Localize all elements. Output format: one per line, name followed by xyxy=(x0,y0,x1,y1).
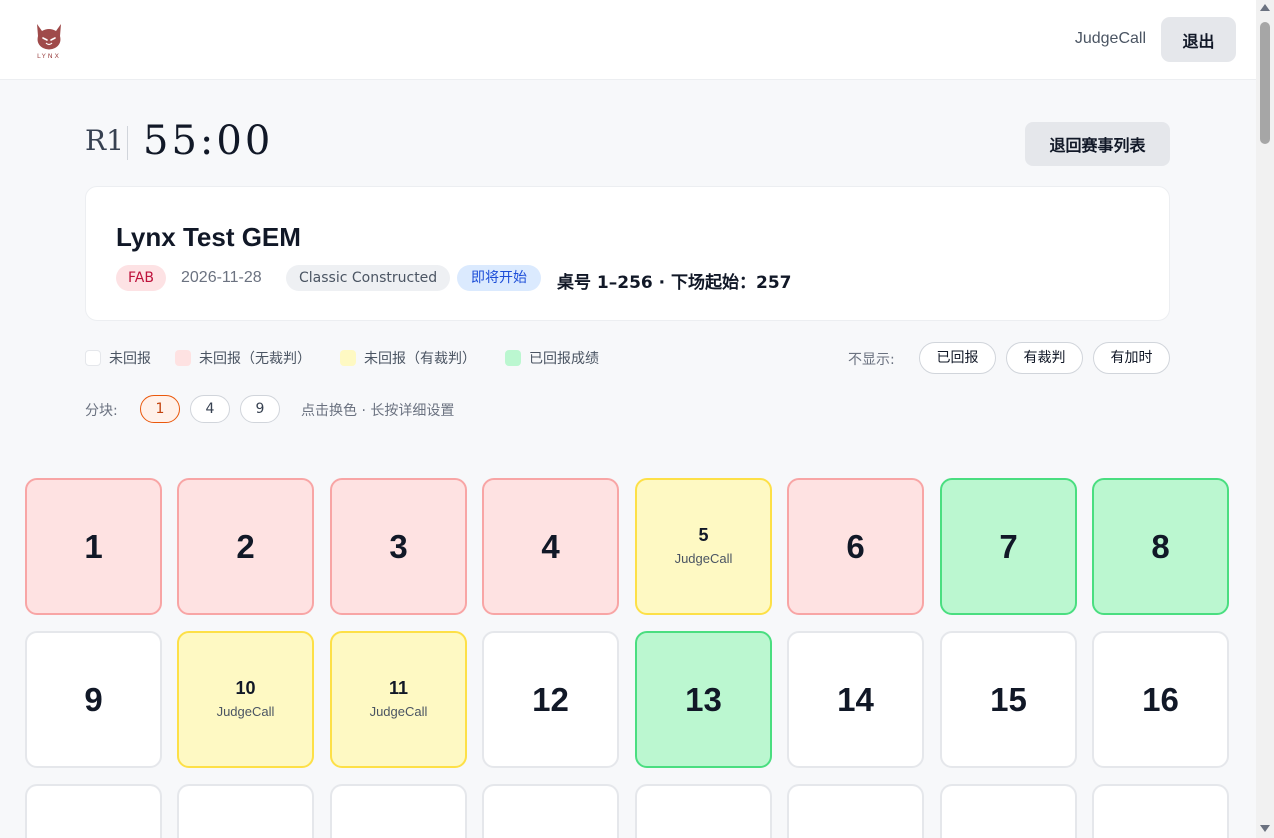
table-tile-2[interactable]: 2 xyxy=(177,478,314,615)
split-option-4[interactable]: 4 xyxy=(190,395,230,423)
event-title: Lynx Test GEM xyxy=(116,222,301,252)
table-tile-16[interactable]: 16 xyxy=(1092,631,1229,768)
game-tag: FAB xyxy=(116,265,166,291)
table-number: 8 xyxy=(1151,528,1170,565)
legend-label: 未回报（有裁判） xyxy=(364,351,476,367)
legend-swatch xyxy=(175,350,191,366)
scroll-down-arrow-icon[interactable] xyxy=(1260,825,1270,832)
table-tile-partial[interactable] xyxy=(177,784,314,838)
table-number: 4 xyxy=(541,528,560,565)
split-hint: 点击换色 · 长按详细设置 xyxy=(301,403,455,419)
table-number: 1 xyxy=(84,528,103,565)
table-tile-partial[interactable] xyxy=(635,784,772,838)
table-tile-partial[interactable] xyxy=(940,784,1077,838)
round-label: R1 xyxy=(85,124,124,157)
table-tile-3[interactable]: 3 xyxy=(330,478,467,615)
legend-swatch xyxy=(505,350,521,366)
table-number: 3 xyxy=(389,528,408,565)
table-number: 13 xyxy=(685,681,722,718)
table-tile-partial[interactable] xyxy=(1092,784,1229,838)
split-option-1[interactable]: 1 xyxy=(140,395,180,423)
table-tile-7[interactable]: 7 xyxy=(940,478,1077,615)
legend-swatch xyxy=(85,350,101,366)
split-option-9[interactable]: 9 xyxy=(240,395,280,423)
table-tile-10[interactable]: 10 JudgeCall xyxy=(177,631,314,768)
legend-label: 已回报成绩 xyxy=(529,351,599,367)
table-tile-9[interactable]: 9 xyxy=(25,631,162,768)
legend-label: 未回报（无裁判） xyxy=(199,351,311,367)
table-range: 桌号 1–256 · 下场起始：257 xyxy=(557,273,792,293)
table-number: 7 xyxy=(999,528,1018,565)
table-number: 12 xyxy=(532,681,569,718)
legend-label: 未回报 xyxy=(109,351,151,367)
table-number: 16 xyxy=(1142,681,1179,718)
table-number: 10 xyxy=(235,678,256,698)
table-judge-label: JudgeCall xyxy=(369,704,428,719)
table-tile-6[interactable]: 6 xyxy=(787,478,924,615)
table-tile-15[interactable]: 15 xyxy=(940,631,1077,768)
round-divider xyxy=(127,126,128,160)
back-to-events-button[interactable]: 退回赛事列表 xyxy=(1025,122,1170,166)
table-tile-8[interactable]: 8 xyxy=(1092,478,1229,615)
event-card: Lynx Test GEM FAB 2026-11-28 Classic Con… xyxy=(85,186,1170,321)
table-tile-14[interactable]: 14 xyxy=(787,631,924,768)
lynx-logo[interactable]: LYNX xyxy=(28,18,70,60)
table-tile-partial[interactable] xyxy=(787,784,924,838)
table-judge-label: JudgeCall xyxy=(216,704,275,719)
table-tile-4[interactable]: 4 xyxy=(482,478,619,615)
table-judge-label: JudgeCall xyxy=(674,551,733,566)
table-tile-11[interactable]: 11 JudgeCall xyxy=(330,631,467,768)
legend-item-with-judge: 未回报（有裁判） xyxy=(340,348,476,368)
split-label: 分块: xyxy=(85,403,118,419)
event-date: 2026-11-28 xyxy=(181,269,262,286)
scrollbar-thumb[interactable] xyxy=(1260,22,1270,144)
table-tile-partial[interactable] xyxy=(25,784,162,838)
table-tile-13[interactable]: 13 xyxy=(635,631,772,768)
legend-swatch xyxy=(340,350,356,366)
table-tile-5[interactable]: 5 JudgeCall xyxy=(635,478,772,615)
table-tile-1[interactable]: 1 xyxy=(25,478,162,615)
round-timer: 55:00 xyxy=(143,118,274,164)
scrollbar[interactable] xyxy=(1256,0,1274,838)
status-badge: 即将开始 xyxy=(457,265,541,291)
legend-item-reported: 已回报成绩 xyxy=(505,348,599,368)
legend-item-no-judge: 未回报（无裁判） xyxy=(175,348,311,368)
table-number: 9 xyxy=(84,681,103,718)
table-number: 2 xyxy=(236,528,255,565)
filter-reported-toggle[interactable]: 已回报 xyxy=(919,342,996,374)
format-tag: Classic Constructed xyxy=(286,265,451,291)
legend-item-unreported: 未回报 xyxy=(85,348,151,368)
table-number: 15 xyxy=(990,681,1027,718)
filter-judge-toggle[interactable]: 有裁判 xyxy=(1006,342,1083,374)
table-number: 6 xyxy=(846,528,865,565)
logout-button[interactable]: 退出 xyxy=(1161,17,1236,62)
scroll-up-arrow-icon[interactable] xyxy=(1260,4,1270,11)
hide-filter-label: 不显示: xyxy=(848,352,895,368)
table-number: 11 xyxy=(388,678,409,698)
table-tile-12[interactable]: 12 xyxy=(482,631,619,768)
top-bar: LYNX JudgeCall 退出 xyxy=(0,0,1256,80)
logo-text: LYNX xyxy=(37,52,61,60)
table-tile-partial[interactable] xyxy=(482,784,619,838)
filter-overtime-toggle[interactable]: 有加时 xyxy=(1093,342,1170,374)
table-number: 14 xyxy=(837,681,874,718)
table-number: 5 xyxy=(698,525,709,545)
username: JudgeCall xyxy=(1074,30,1146,47)
table-tile-partial[interactable] xyxy=(330,784,467,838)
